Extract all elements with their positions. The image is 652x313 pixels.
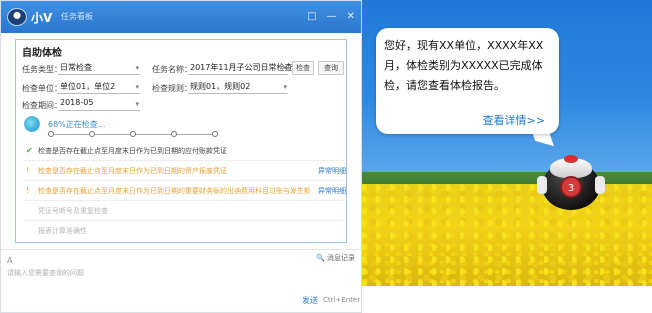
result-row: ! 检查是否存在截止点至月度末日作为已到日期的资产报废凭证 异常明细 [24, 164, 346, 178]
check-period-label: 检查期间： [22, 101, 62, 110]
task-type-select[interactable]: 日常检查 ▾ [58, 62, 140, 75]
title-bar: 小V 任务看板 □ — ✕ [1, 1, 361, 33]
check-rule-value: 规则01，规则02 [190, 82, 251, 91]
rapeseed-field [362, 184, 652, 286]
check-rule-label: 检查规则： [152, 84, 192, 93]
result-row: 报表计算准确性 [24, 224, 346, 238]
result-row: ✔ 检查是否存在截止点至月度末日作为已到日期的应付账款凭证 [24, 144, 346, 158]
check-period-value: 2018-05 [60, 98, 94, 107]
result-row: ! 检查是否存在截止点至月度末日作为已到日期的重要财务账的出纳费用科目过账与发生… [24, 184, 346, 198]
warning-icon: ! [26, 186, 30, 195]
check-unit-select[interactable]: 单位01，单位2 ▾ [58, 81, 140, 94]
window-controls: □ — ✕ [307, 11, 355, 22]
check-unit-label: 检查单位： [22, 84, 62, 93]
task-name-value: 2017年11月子公司日常检查 [190, 63, 293, 72]
app-logo-icon [7, 8, 27, 26]
warning-icon: ! [26, 166, 30, 175]
exception-detail-link[interactable]: 异常明细 [318, 186, 346, 196]
progress-step-dot [212, 131, 218, 137]
result-text: 检查是否存在截止点至月度末日作为已到日期的应付账款凭证 [38, 147, 227, 155]
notice-text: 您好，现有XX单位，XXXX年XX月，体检类别为XXXXX已完成体检，请您查看体… [384, 39, 544, 92]
self-check-panel: 自助体检 任务类型： 日常检查 ▾ 任务名称： 2017年11月子公司日常检查 ▾ … [15, 39, 347, 243]
send-button[interactable]: 发送 [302, 295, 318, 306]
progress-step-dot [48, 131, 54, 137]
divider [24, 180, 344, 181]
chevron-down-icon: ▾ [135, 100, 139, 108]
close-icon[interactable]: ✕ [347, 11, 355, 22]
result-text: 报表计算准确性 [38, 227, 87, 235]
app-name: 小V [31, 11, 53, 25]
minimize-icon[interactable]: — [327, 11, 337, 22]
divider [24, 200, 344, 201]
view-details-link[interactable]: 查看详情>> [483, 112, 545, 128]
result-text: 检查是否存在截止点至月度末日作为已到日期的重要财务账的出纳费用科目过账与发生额的… [38, 187, 310, 195]
message-input-placeholder[interactable]: 请输入您需要查询的问题 [7, 268, 84, 278]
result-text: 凭证号断号及重复检查 [38, 207, 108, 215]
task-type-label: 任务类型： [22, 65, 62, 74]
tab-task-board[interactable]: 任务看板 [61, 11, 93, 22]
font-icon[interactable]: A [7, 256, 12, 265]
chevron-down-icon: ▾ [135, 83, 139, 91]
scan-progress-icon [24, 116, 40, 132]
assistant-window: 小V 任务看板 □ — ✕ 自助体检 任务类型： 日常检查 ▾ 任务名称： 201… [0, 0, 362, 313]
divider [24, 160, 344, 161]
notification-illustration: 您好，现有XX单位，XXXX年XX月，体检类别为XXXXX已完成体检，请您查看体… [362, 0, 652, 286]
check-unit-value: 单位01，单位2 [60, 82, 116, 91]
chevron-down-icon: ▾ [283, 64, 287, 72]
task-name-select[interactable]: 2017年11月子公司日常检查 ▾ [188, 62, 293, 75]
message-record-link[interactable]: 🔍 消息记录 [316, 253, 355, 263]
progress-step-dot [171, 131, 177, 137]
speech-bubble: 您好，现有XX单位，XXXX年XX月，体检类别为XXXXX已完成体检，请您查看体… [376, 28, 559, 134]
check-rule-select[interactable]: 规则01，规则02 ▾ [188, 81, 288, 94]
chevron-down-icon: ▾ [135, 64, 139, 72]
check-button[interactable]: 检查 [292, 61, 314, 75]
robot-ear-left [537, 176, 547, 194]
chevron-down-icon: ▾ [283, 83, 287, 91]
result-row: 凭证号断号及重复检查 [24, 204, 346, 218]
message-record-label: 消息记录 [327, 254, 355, 262]
result-text: 检查是否存在截止点至月度末日作为已到日期的资产报废凭证 [38, 167, 227, 175]
task-type-value: 日常检查 [60, 63, 92, 72]
progress-text: 68%正在检查... [48, 120, 106, 129]
task-name-label: 任务名称： [152, 65, 192, 74]
notification-count-badge: 3 [560, 176, 582, 198]
divider [24, 220, 344, 221]
send-shortcut-hint: Ctrl+Enter [323, 296, 361, 304]
progress-step-dot [89, 131, 95, 137]
query-button[interactable]: 查询 [318, 61, 344, 75]
check-period-select[interactable]: 2018-05 ▾ [58, 98, 140, 111]
robot-mascot-icon[interactable]: 3 [537, 155, 605, 212]
check-ok-icon: ✔ [26, 146, 33, 155]
progress-steps [48, 131, 218, 138]
robot-ear-right [595, 176, 605, 194]
panel-title: 自助体检 [22, 48, 62, 59]
robot-antenna [564, 155, 578, 163]
progress-step-dot [130, 131, 136, 137]
exception-detail-link[interactable]: 异常明细 [318, 166, 346, 176]
maximize-icon[interactable]: □ [307, 11, 316, 22]
